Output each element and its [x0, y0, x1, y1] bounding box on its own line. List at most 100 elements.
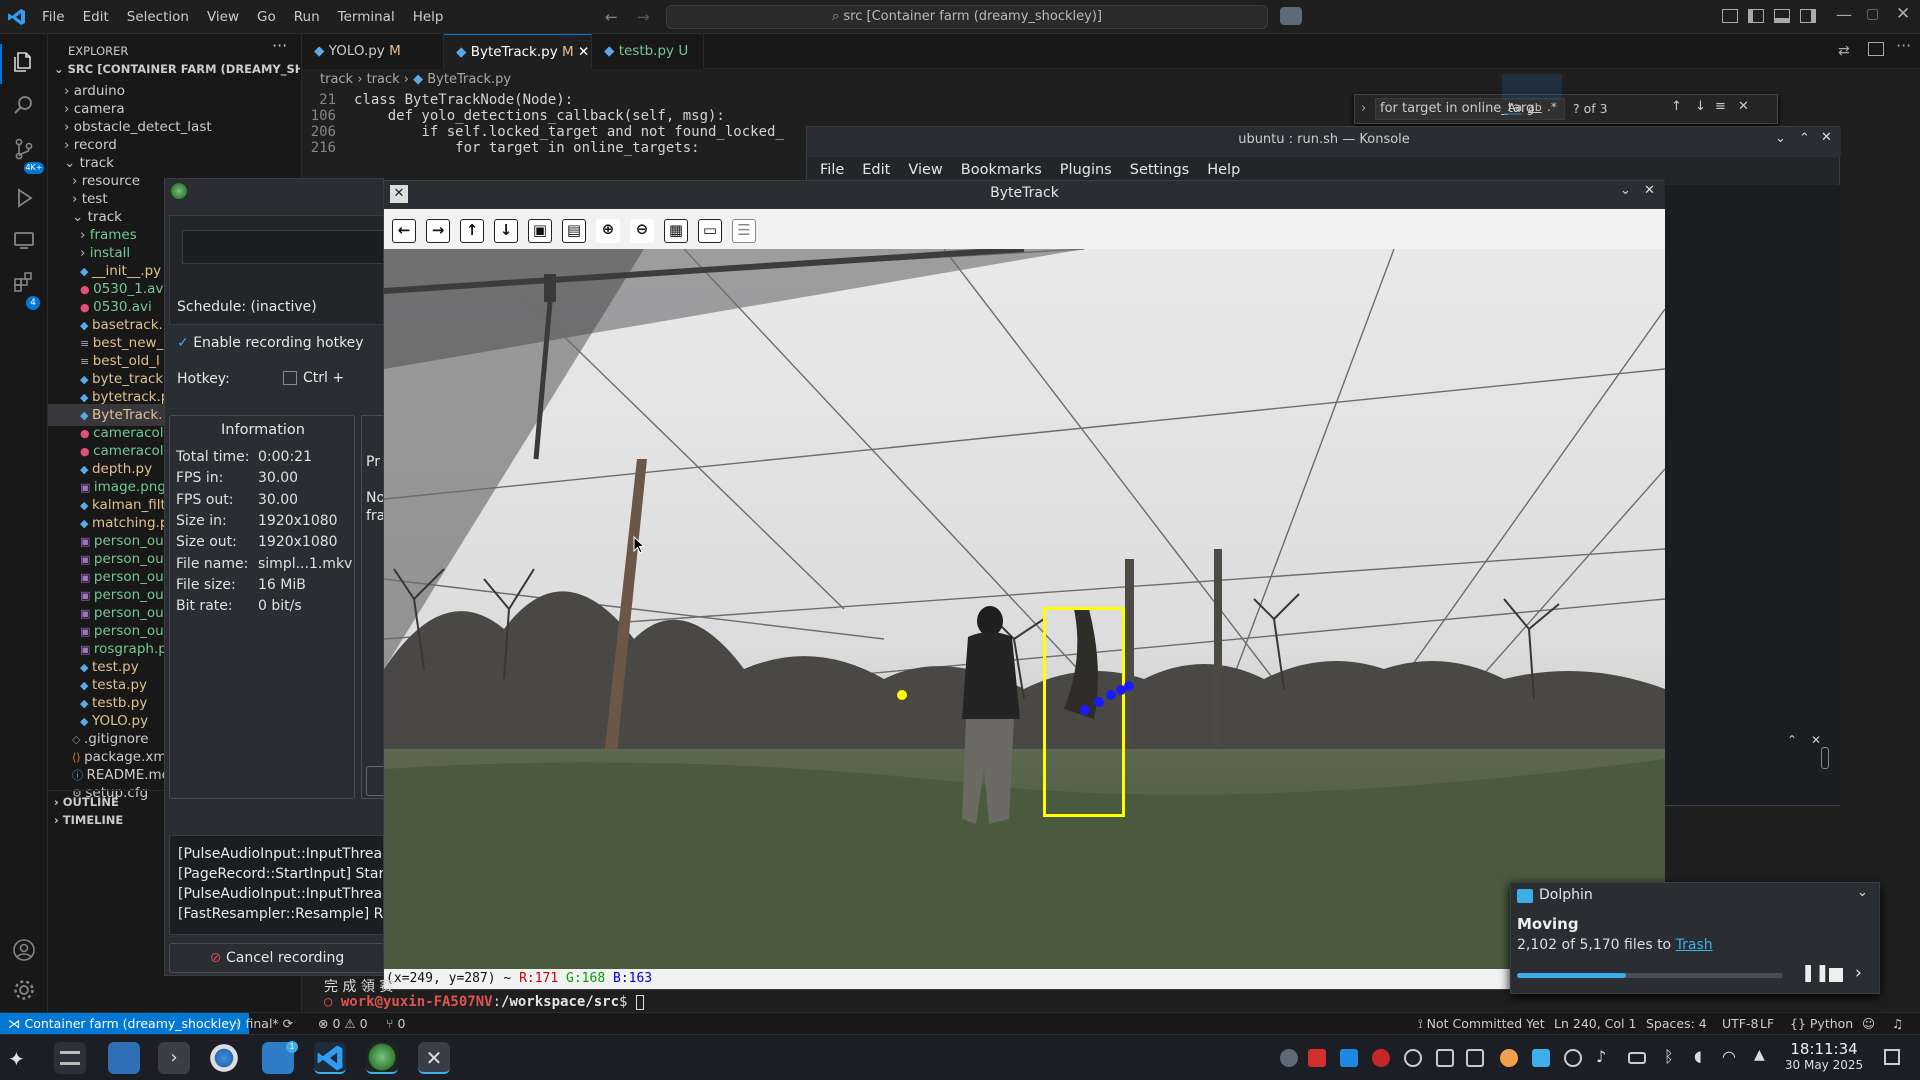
- minimize-icon[interactable]: —: [1836, 5, 1852, 24]
- menu-run[interactable]: Run: [285, 0, 329, 34]
- stop-icon[interactable]: [1829, 968, 1843, 982]
- arrow-left-icon[interactable]: ←: [392, 219, 416, 243]
- konsole-minimize-icon[interactable]: ⌄: [1775, 131, 1786, 146]
- git-blame[interactable]: ⟟ Not Committed Yet: [1418, 1013, 1545, 1035]
- recorder-task-icon[interactable]: [366, 1042, 398, 1074]
- konsole-close-icon[interactable]: ✕: [1821, 130, 1832, 145]
- arrow-down-icon[interactable]: ↓: [494, 219, 518, 243]
- volume-icon[interactable]: ♪: [1596, 1047, 1606, 1066]
- terminal-prompt[interactable]: ○ work@yuxin-FA507NV:/workspace/src$: [324, 994, 644, 1010]
- konsole-maximize-icon[interactable]: ⌃: [1799, 131, 1810, 146]
- close-icon[interactable]: ✕: [1896, 4, 1910, 24]
- tab-yolo[interactable]: ◆ YOLO.py M: [302, 34, 444, 69]
- enable-hotkey-checkbox[interactable]: ✓ Enable recording hotkey: [177, 335, 364, 351]
- split-editor-icon[interactable]: [1868, 42, 1884, 56]
- overview-icon[interactable]: [54, 1042, 86, 1074]
- indentation[interactable]: Spaces: 4: [1646, 1013, 1707, 1035]
- konsole-menu-view[interactable]: View: [899, 162, 951, 178]
- close-find-icon[interactable]: ✕: [1738, 99, 1749, 114]
- language-mode[interactable]: {} Python: [1790, 1013, 1853, 1035]
- bytetrack-minimize-icon[interactable]: ⌄: [1620, 183, 1631, 198]
- ctrl-checkbox[interactable]: Ctrl +: [283, 370, 344, 386]
- menu-edit[interactable]: Edit: [74, 0, 118, 34]
- manage-gear-icon[interactable]: [11, 978, 37, 1004]
- explorer-icon[interactable]: [11, 50, 37, 76]
- nav-back-icon[interactable]: ←: [605, 8, 618, 26]
- tab-bytetrack[interactable]: ◆ ByteTrack.py M ✕: [444, 34, 592, 69]
- notification-collapse-icon[interactable]: ⌄: [1857, 885, 1868, 900]
- properties-icon[interactable]: ☰: [732, 219, 756, 243]
- ports-indicator[interactable]: ⑂ 0: [386, 1013, 405, 1035]
- discover-store-icon[interactable]: [108, 1042, 140, 1074]
- problems-indicator[interactable]: ⊗ 0 ⚠ 0: [318, 1013, 368, 1035]
- camera-frame[interactable]: [384, 249, 1665, 969]
- tray-display-icon[interactable]: [1532, 1049, 1550, 1067]
- show-desktop-icon[interactable]: [1884, 1049, 1900, 1065]
- clock[interactable]: 18:11:34 30 May 2025: [1778, 1041, 1870, 1073]
- tray-weather-icon[interactable]: [1500, 1049, 1518, 1067]
- pause-icon[interactable]: ❚❚: [1801, 963, 1830, 983]
- remote-indicator[interactable]: ⋊ Container farm (dreamy_shockley): [0, 1013, 250, 1034]
- tray-update-icon[interactable]: [1564, 1049, 1582, 1067]
- konsole-menu-help[interactable]: Help: [1198, 162, 1249, 178]
- details-chevron-icon[interactable]: ›: [1855, 963, 1862, 983]
- wifi-icon[interactable]: ◠: [1722, 1047, 1736, 1066]
- menu-file[interactable]: File: [33, 0, 74, 34]
- split-close-icon[interactable]: ✕: [1811, 733, 1821, 747]
- copilot-status-icon[interactable]: ☺: [1862, 1013, 1875, 1035]
- tray-sync-icon[interactable]: [1340, 1049, 1358, 1067]
- trash-link[interactable]: Trash: [1676, 937, 1713, 953]
- battery-icon[interactable]: [1628, 1052, 1646, 1064]
- menu-terminal[interactable]: Terminal: [329, 0, 404, 34]
- compare-changes-icon[interactable]: ⇄: [1838, 43, 1850, 59]
- bytetrack-close-icon[interactable]: ✕: [1644, 183, 1655, 198]
- toggle-panel-icon[interactable]: [1774, 9, 1790, 23]
- tray-steam-icon[interactable]: [1404, 1049, 1422, 1067]
- expand-up-icon[interactable]: ⌃: [1787, 733, 1797, 747]
- image-edit-icon[interactable]: ▤: [562, 219, 586, 243]
- chevron-right-icon[interactable]: ›: [1361, 101, 1366, 116]
- source-control-icon[interactable]: [11, 138, 37, 164]
- image-icon[interactable]: ▣: [528, 219, 552, 243]
- previous-match-icon[interactable]: ↑: [1671, 99, 1682, 114]
- tray-anydesk-icon[interactable]: [1308, 1049, 1326, 1067]
- konsole-menu-plugins[interactable]: Plugins: [1051, 162, 1121, 178]
- chromium-task-icon[interactable]: [208, 1042, 240, 1074]
- tray-keyboard-icon[interactable]: [1466, 1049, 1484, 1067]
- konsole-menu-settings[interactable]: Settings: [1121, 162, 1198, 178]
- vscode-task-icon[interactable]: [314, 1042, 346, 1074]
- tray-expand-icon[interactable]: ▲: [1754, 1047, 1765, 1063]
- close-tab-icon[interactable]: ✕: [578, 44, 589, 60]
- command-center[interactable]: ⌕ src [Container farm (dreamy_shockley)]: [666, 5, 1268, 29]
- menu-help[interactable]: Help: [404, 0, 453, 34]
- arrow-up-icon[interactable]: ↑: [460, 219, 484, 243]
- account-icon[interactable]: [11, 938, 37, 964]
- remote-explorer-icon[interactable]: [11, 228, 37, 254]
- app-launcher-icon[interactable]: ✦: [8, 1047, 25, 1071]
- search-icon[interactable]: [11, 94, 37, 120]
- next-match-icon[interactable]: ↓: [1695, 99, 1706, 114]
- tab-testb[interactable]: ◆ testb.py U: [592, 34, 704, 69]
- menu-selection[interactable]: Selection: [118, 0, 198, 34]
- editor-more-icon[interactable]: ···: [1896, 36, 1911, 55]
- more-actions-icon[interactable]: ···: [272, 36, 287, 55]
- extensions-icon[interactable]: [11, 270, 37, 296]
- zoom-out-icon[interactable]: ⊖: [630, 219, 654, 243]
- toggle-secondary-sidebar-icon[interactable]: [1800, 9, 1816, 23]
- clipboard-icon[interactable]: ▭: [698, 219, 722, 243]
- cursor-position[interactable]: Ln 240, Col 1: [1554, 1013, 1636, 1035]
- konsole-task-icon[interactable]: ›: [158, 1042, 190, 1074]
- maximize-icon[interactable]: ▢: [1866, 6, 1879, 22]
- menu-view[interactable]: View: [198, 0, 248, 34]
- x11-task-icon[interactable]: ✕: [418, 1042, 450, 1074]
- encoding[interactable]: UTF-8: [1722, 1013, 1758, 1035]
- microphone-icon[interactable]: ◖: [1694, 1047, 1702, 1065]
- tray-record-icon[interactable]: [1372, 1049, 1390, 1067]
- toggle-sidebar-icon[interactable]: [1748, 9, 1764, 23]
- eol[interactable]: LF: [1760, 1013, 1774, 1035]
- find-in-selection-icon[interactable]: ≡: [1715, 99, 1726, 114]
- bluetooth-icon[interactable]: ᛒ: [1664, 1047, 1674, 1066]
- nav-forward-icon[interactable]: →: [637, 8, 650, 26]
- konsole-menu-edit[interactable]: Edit: [853, 162, 899, 178]
- explorer-root[interactable]: ⌄ SRC [CONTAINER FARM (DREAMY_SHOCK...: [54, 58, 300, 80]
